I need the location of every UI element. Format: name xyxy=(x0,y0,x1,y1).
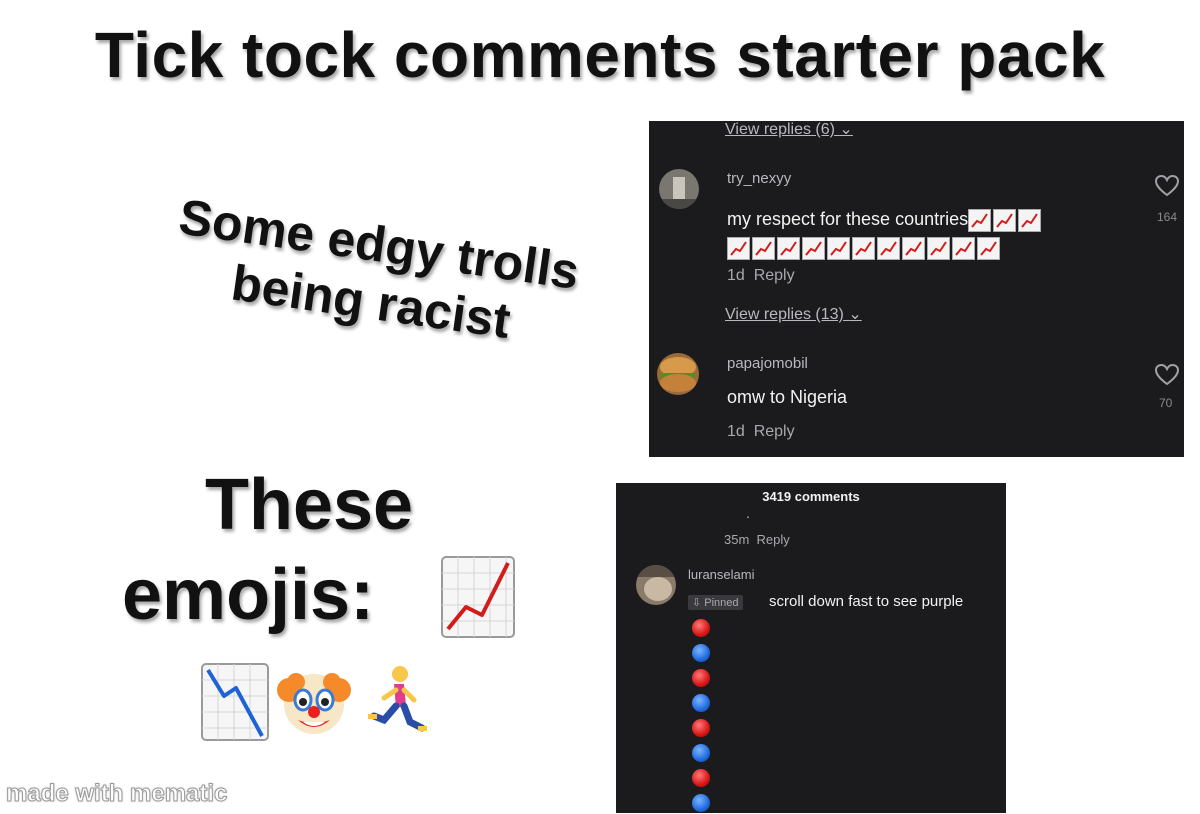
emoji-row xyxy=(200,662,428,744)
like-count: 70 xyxy=(1159,396,1173,410)
comment-time: 1d xyxy=(727,423,745,440)
view-replies-label: View replies (6) xyxy=(725,121,835,138)
red-ball-icon xyxy=(692,769,710,787)
pinned-label: Pinned xyxy=(704,597,739,609)
reply-button[interactable]: Reply xyxy=(754,423,795,440)
chart-increasing-icon xyxy=(727,236,750,260)
reply-button[interactable]: Reply xyxy=(754,267,795,284)
comment-count: 3419 comments xyxy=(762,489,860,504)
comment-screenshot-1: View replies (6) ⌄ try_nexyy my respect … xyxy=(649,121,1184,457)
chart-increasing-icon xyxy=(927,236,950,260)
view-replies-link[interactable]: View replies (13) ⌄ xyxy=(725,304,862,324)
red-ball-icon xyxy=(692,719,710,737)
view-replies-label: View replies (13) xyxy=(725,306,844,323)
chart-increasing-icon xyxy=(952,236,975,260)
page-title: Tick tock comments starter pack xyxy=(94,19,1106,91)
comment-text-body: my respect for these countries xyxy=(727,209,969,229)
chart-increasing-icon xyxy=(902,236,925,260)
chart-increasing-icon xyxy=(827,236,850,260)
comment-meta: 1d Reply xyxy=(727,267,795,285)
chart-increasing-icon xyxy=(440,555,516,639)
comment-time: 35m xyxy=(724,532,750,547)
avatar[interactable] xyxy=(659,169,699,209)
chart-decreasing-icon xyxy=(200,662,269,741)
chart-increasing-icon xyxy=(968,208,992,232)
chart-increasing-icon xyxy=(1018,208,1042,232)
blue-ball-icon xyxy=(692,794,710,812)
person-running-icon xyxy=(360,662,428,740)
chart-increasing-icon xyxy=(977,236,1000,260)
emojis-caption-line1: These xyxy=(205,465,414,545)
red-ball-icon xyxy=(692,619,710,637)
watermark: made with mematic xyxy=(5,780,228,808)
trolls-caption: Some edgy trolls being racist xyxy=(109,179,640,366)
like-count: 164 xyxy=(1157,210,1178,224)
blue-ball-icon xyxy=(692,694,710,712)
heart-icon[interactable] xyxy=(1154,363,1180,391)
chart-increasing-icon xyxy=(777,236,800,260)
comment-text: my respect for these countries xyxy=(727,205,1127,261)
comment-username[interactable]: try_nexyy xyxy=(727,170,791,187)
dot-text: . xyxy=(746,505,750,521)
blue-ball-icon xyxy=(692,644,710,662)
avatar[interactable] xyxy=(657,353,699,395)
chart-increasing-icon xyxy=(802,236,825,260)
heart-icon[interactable] xyxy=(1154,174,1180,202)
reply-button[interactable]: Reply xyxy=(757,532,790,547)
chart-increasing-icon xyxy=(877,236,900,260)
chevron-down-icon: ⌄ xyxy=(839,121,853,138)
comment-text: scroll down fast to see purple xyxy=(769,593,964,610)
chart-increasing-icon xyxy=(752,236,775,260)
avatar[interactable] xyxy=(636,565,676,605)
view-replies-link[interactable]: View replies (6) ⌄ xyxy=(725,121,853,139)
comment-meta: 1d Reply xyxy=(727,423,795,441)
red-ball-icon xyxy=(692,669,710,687)
comment-screenshot-2: 3419 comments . 35m Reply luranselami ⇩ … xyxy=(616,483,1006,813)
comment-time: 1d xyxy=(727,267,745,284)
comment-text: omw to Nigeria xyxy=(727,387,848,407)
clown-face-icon xyxy=(274,662,354,740)
pinned-badge: ⇩ Pinned xyxy=(688,595,743,610)
emojis-caption-word: emojis: xyxy=(122,555,375,635)
blue-ball-icon xyxy=(692,744,710,762)
comment-meta: 35m Reply xyxy=(724,532,790,547)
chevron-down-icon: ⌄ xyxy=(848,306,862,323)
comment-username[interactable]: papajomobil xyxy=(727,355,808,372)
chart-increasing-icon xyxy=(852,236,875,260)
comment-username[interactable]: luranselami xyxy=(688,567,754,582)
chart-increasing-icon xyxy=(993,208,1017,232)
pin-icon: ⇩ xyxy=(692,597,702,609)
